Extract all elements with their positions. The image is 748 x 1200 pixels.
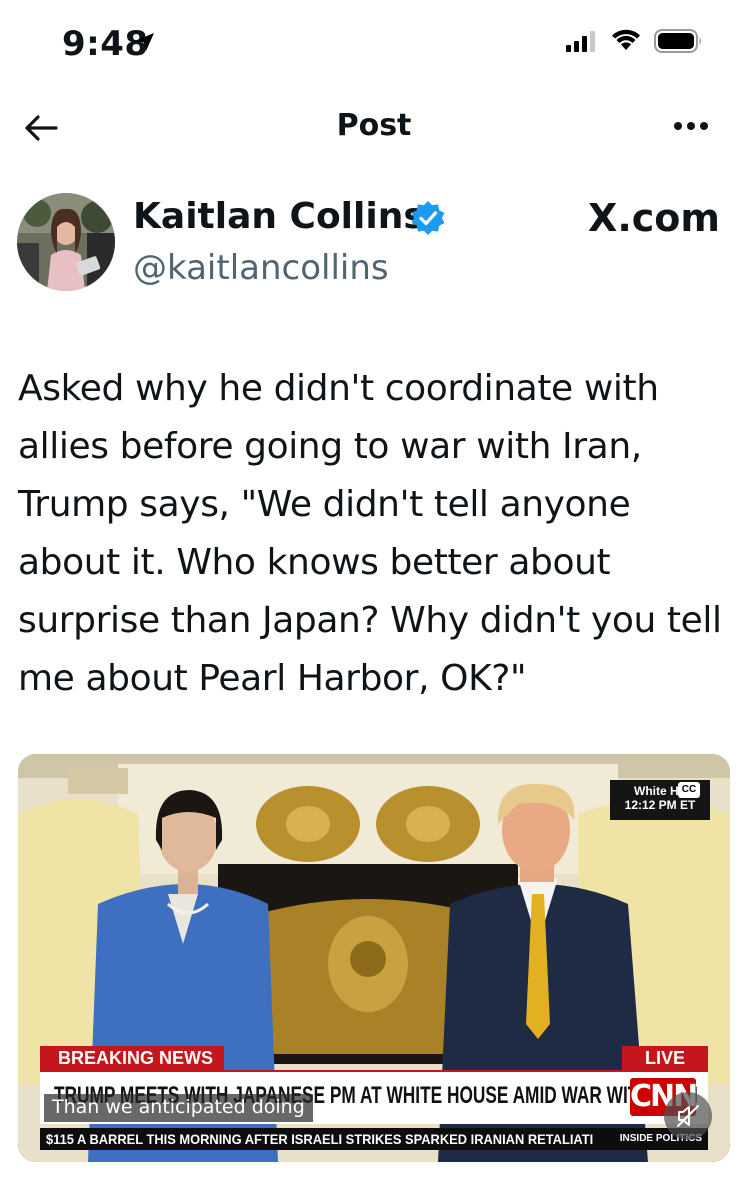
avatar[interactable] [17,193,115,291]
mute-button[interactable] [664,1092,712,1140]
more-options-button[interactable] [666,112,716,140]
more-horizontal-icon [674,122,708,130]
author-handle[interactable]: @kaitlancollins [133,248,389,288]
breaking-news-label: BREAKING NEWS [40,1046,224,1072]
live-badge: LIVE [622,1046,708,1072]
tweet-video[interactable]: White Ho 12:12 PM ET CC BREAKING NEWS LI… [18,754,730,1162]
location-arrow-icon [136,33,154,51]
volume-muted-icon [677,1105,699,1127]
nav-bar: Post [0,96,748,160]
wifi-icon [612,29,640,50]
verified-badge-icon [411,201,445,235]
author-name[interactable]: Kaitlan Collins [133,196,425,237]
page-title: Post [336,108,412,143]
ticker-text: $115 A BARREL THIS MORNING AFTER ISRAELI… [46,1131,594,1147]
battery-icon [654,29,701,53]
status-bar: 9:48 [0,0,748,88]
news-ticker: $115 A BARREL THIS MORNING AFTER ISRAELI… [40,1128,708,1150]
tweet-text: Asked why he didn't coordinate with alli… [18,368,722,699]
source-label: X.com [588,196,720,240]
closed-caption-text: Than we anticipated doing [44,1094,313,1122]
bug-time: 12:12 PM ET [624,798,696,812]
closed-captions-button[interactable]: CC [678,782,700,798]
signal-icon [566,31,595,52]
